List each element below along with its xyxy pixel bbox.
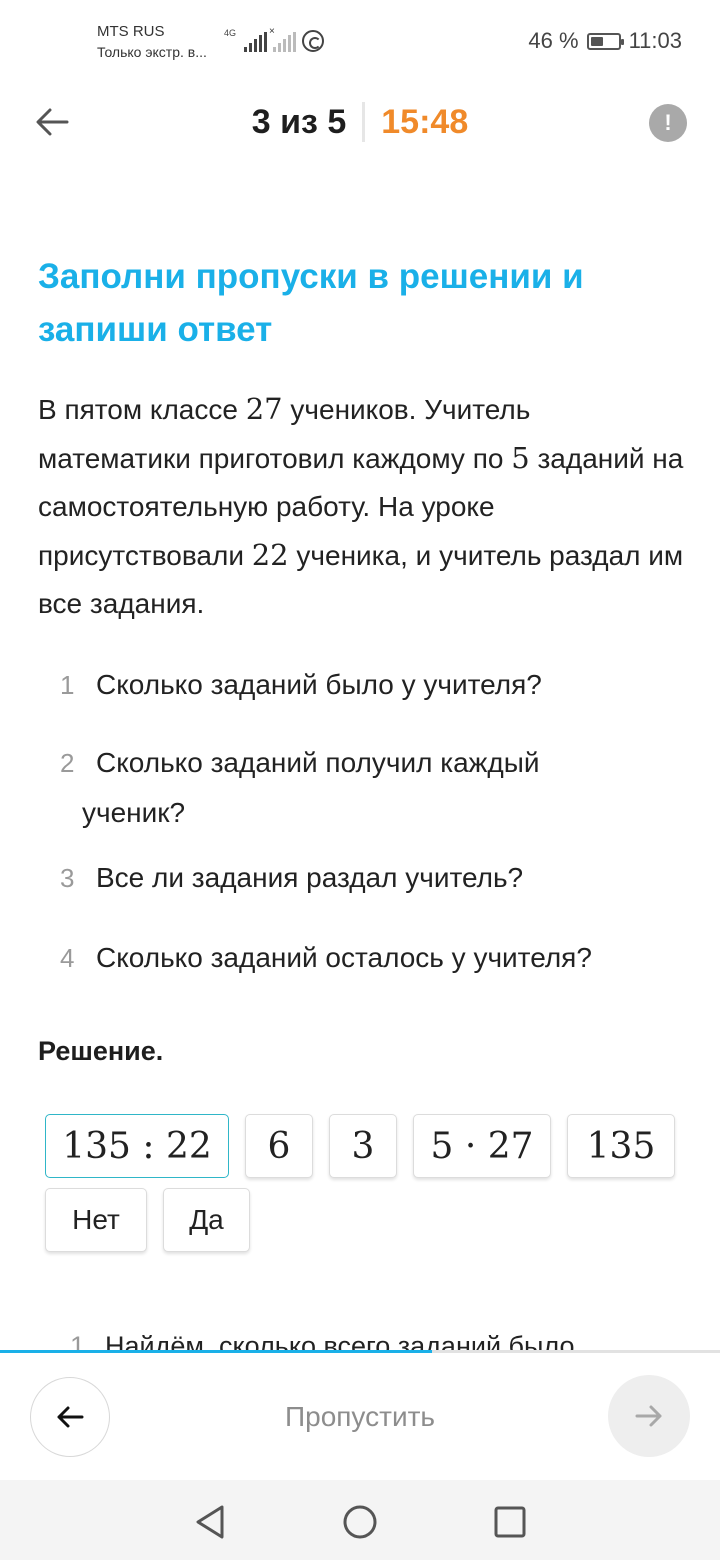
task-number: 22 [251,538,289,572]
answer-chip[interactable]: 3 [329,1114,397,1178]
header-divider [362,102,366,142]
answer-chip[interactable]: 5 · 27 [413,1114,551,1178]
step-number: 1 [70,1331,86,1350]
status-bar: MTS RUS Только экстр. в... 4G × 46 % 11:… [0,0,720,80]
answer-chip[interactable]: 6 [245,1114,313,1178]
question-text: Все ли задания раздал учитель? [96,862,524,893]
timer: 15:48 [381,102,469,141]
question-item: 1 Сколько заданий было у учителя? [60,660,680,710]
next-button[interactable] [608,1375,690,1457]
status-right: 46 % 11:03 [528,28,682,54]
signal-indicators: 4G × [224,26,325,52]
battery-icon [586,32,624,50]
task-text: В пятом классе 27 учеников. Учитель мате… [38,385,688,628]
question-text-cont: ученик? [82,797,186,828]
report-problem-icon[interactable]: ! [649,104,687,142]
task-text-part: В пятом классе [38,394,246,425]
bottom-bar: Пропустить [0,1353,720,1480]
solution-step: 1 Найдём, сколько всего заданий было [70,1326,670,1350]
top-app-bar: 3 из 5 15:48 ! [0,80,720,164]
question-text: Сколько заданий получил каждый [96,747,540,778]
header-center: 3 из 5 15:48 [0,100,720,144]
question-number: 3 [60,863,75,893]
signal-strength-icon [244,32,268,52]
answer-chip[interactable]: Да [163,1188,250,1252]
answer-chip[interactable]: Нет [45,1188,147,1252]
whatsapp-icon [302,30,325,52]
carrier-status: Только экстр. в... [97,44,207,60]
arrow-right-icon [635,1405,662,1427]
step-text: Найдём, сколько всего заданий было [105,1331,575,1350]
network-type: 4G [224,28,237,38]
signal-sim2-icon: × [269,26,297,52]
system-recents-icon[interactable] [490,1502,530,1542]
task-number: 5 [511,441,530,475]
question-counter: 3 из 5 [251,102,347,141]
system-back-icon[interactable] [190,1502,230,1542]
question-number: 1 [60,670,75,700]
system-home-icon[interactable] [340,1502,380,1542]
task-title: Заполни пропуски в решении и запиши отве… [38,257,584,349]
question-item: 4 Сколько заданий осталось у учителя? [60,933,680,983]
question-item: 3 Все ли задания раздал учитель? [60,853,680,903]
question-item: 2 Сколько заданий получил каждый ученик? [60,738,680,838]
solution-label: Решение. [38,1036,164,1066]
question-text: Сколько заданий осталось у учителя? [96,942,592,973]
battery-percent: 46 % [528,28,579,53]
question-number: 4 [60,943,75,973]
task-number: 27 [245,392,283,426]
question-text: Сколько заданий было у учителя? [96,669,542,700]
answer-chip[interactable]: 135 : 22 [45,1114,229,1178]
system-nav-bar [0,1480,720,1560]
carrier-info: MTS RUS Только экстр. в... [97,22,207,62]
clock: 11:03 [628,28,682,53]
question-number: 2 [60,748,75,778]
answer-chip[interactable]: 135 [567,1114,675,1178]
carrier-name: MTS RUS [97,23,165,40]
